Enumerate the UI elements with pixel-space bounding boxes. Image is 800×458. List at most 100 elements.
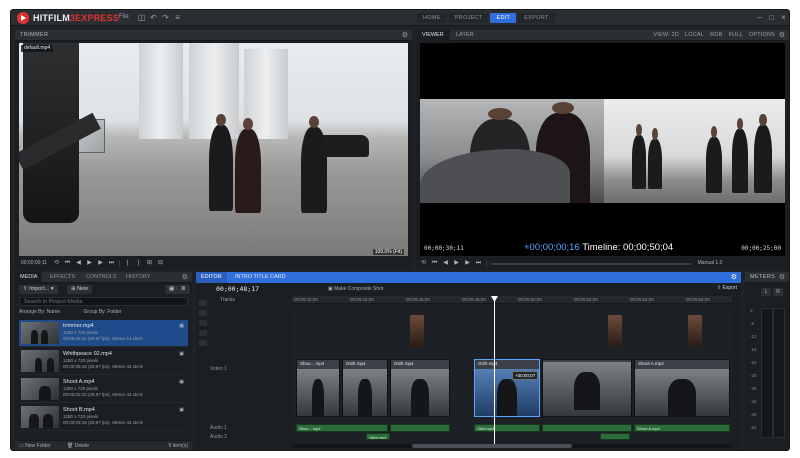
group-dropdown[interactable]: Group By: Folder — [84, 309, 122, 315]
loop-icon[interactable]: ⟲ — [420, 260, 427, 267]
ripple-tool-icon[interactable] — [199, 330, 207, 336]
step-back-icon[interactable]: ◀ — [75, 260, 82, 267]
local-dropdown[interactable]: LOCAL — [685, 32, 704, 38]
gear-icon[interactable]: ⚙ — [731, 273, 737, 281]
new-folder-button[interactable]: ▭ New Folder — [19, 443, 51, 449]
media-item[interactable]: Whithpeace 02.mp4 1280 x 720 pixels 00;0… — [19, 348, 188, 375]
minimize-icon[interactable]: – — [755, 13, 764, 22]
undo-icon[interactable]: ↶ — [149, 13, 158, 22]
tab-viewer[interactable]: VIEWER — [416, 30, 450, 41]
snap-tool-icon[interactable] — [199, 340, 207, 346]
to-end-icon[interactable]: ⏭ — [475, 260, 482, 267]
loop-icon[interactable]: ⟲ — [53, 260, 60, 267]
gear-icon[interactable]: ⚙ — [779, 273, 785, 281]
timeline-clip[interactable] — [542, 359, 632, 417]
import-button[interactable]: ⇪ Import... ▾ — [19, 285, 58, 294]
make-composite-shot-button[interactable]: ▣ Make Composite Shot — [328, 286, 383, 292]
audio-track-2-lane[interactable]: Gtirlt.mp4 — [292, 433, 732, 440]
viewer-scrub-bar[interactable] — [491, 262, 691, 265]
step-forward-icon[interactable]: ▶ — [464, 260, 471, 267]
maximize-icon[interactable]: □ — [767, 13, 776, 22]
tab-intro-title-card[interactable]: INTRO TITLE CARD — [230, 272, 291, 283]
upper-clip[interactable] — [688, 315, 702, 347]
audio-clip[interactable] — [600, 433, 630, 440]
close-icon[interactable]: × — [779, 13, 788, 22]
audio-track-1-lane[interactable]: Shoo... mp4 Gtirlt.mp4 Shoot A.mp4 — [292, 424, 732, 432]
arrange-dropdown[interactable]: Arrange By: Name — [19, 309, 60, 315]
audio-track-1-header[interactable]: Audio 1 — [210, 425, 290, 431]
rgb-dropdown[interactable]: RGB — [710, 32, 723, 38]
trimmer-zoom[interactable]: 100.0% (Fit) — [372, 249, 404, 255]
to-end-icon[interactable]: ⏭ — [108, 260, 115, 267]
play-icon[interactable]: ▶ — [453, 260, 460, 267]
tab-effects[interactable]: EFFECTS — [45, 272, 80, 283]
redo-icon[interactable]: ↷ — [161, 13, 170, 22]
export-button[interactable]: ⇧ Export — [717, 285, 737, 291]
tab-project[interactable]: PROJECT — [448, 13, 489, 23]
save-icon[interactable]: ◫ — [137, 13, 146, 22]
playhead[interactable] — [494, 296, 495, 444]
tab-media[interactable]: MEDIA — [15, 272, 43, 283]
menu-icon[interactable]: ≡ — [173, 13, 182, 22]
upper-clip[interactable] — [410, 315, 424, 347]
options-dropdown[interactable]: OPTIONS — [749, 32, 775, 38]
gear-icon[interactable]: ⚙ — [779, 31, 785, 39]
file-menu[interactable]: File — [119, 14, 129, 20]
tab-history[interactable]: HISTORY — [121, 272, 155, 283]
tab-editor[interactable]: EDITOR — [196, 272, 227, 283]
meter-left-button[interactable]: L — [761, 288, 771, 296]
timeline-clip[interactable]: Shoot A.mp4 — [634, 359, 730, 417]
delete-button[interactable]: 🗑 Delete — [67, 443, 89, 449]
editor-scrollbar[interactable] — [292, 444, 732, 448]
trimmer-video[interactable]: default.mp4 100.0% (Fit) — [19, 43, 408, 256]
video-track-header[interactable]: Video 1 — [210, 366, 290, 372]
upper-clip[interactable] — [608, 315, 622, 347]
step-forward-icon[interactable]: ▶ — [97, 260, 104, 267]
play-icon[interactable]: ▶ — [86, 260, 93, 267]
slip-tool-icon[interactable] — [199, 320, 207, 326]
tab-export[interactable]: EXPORT — [518, 13, 555, 23]
audio-clip[interactable]: Gtirlt.mp4 — [474, 424, 540, 432]
tab-home[interactable]: HOME — [417, 13, 447, 23]
tab-layer[interactable]: LAYER — [450, 30, 480, 41]
audio-clip[interactable]: Shoo... mp4 — [296, 424, 388, 432]
new-button[interactable]: ⊕ New — [67, 285, 93, 294]
media-search-input[interactable]: Search in Project Media — [19, 297, 188, 306]
editor-timecode[interactable]: 00;00;48;17 — [216, 285, 259, 293]
timeline-clip[interactable]: Shoo... mp4 — [296, 359, 340, 417]
to-start-icon[interactable]: ⏮ — [64, 260, 71, 267]
audio-clip[interactable]: Shoot A.mp4 — [634, 424, 730, 432]
timeline-clip-selected[interactable]: Gtirlt.mp4 — [474, 359, 540, 417]
meter-right-button[interactable]: R — [773, 288, 783, 296]
in-point-icon[interactable]: { — [124, 260, 131, 267]
slice-tool-icon[interactable] — [199, 310, 207, 316]
audio-clip[interactable] — [542, 424, 632, 432]
list-view-icon[interactable]: ≣ — [177, 285, 190, 294]
video-track-lane[interactable]: Shoo... mp4 Gtirlt.mp4 Gtirlt.mp4 Gtirlt… — [292, 305, 732, 423]
tab-controls[interactable]: CONTROLS — [81, 272, 122, 283]
media-item[interactable]: Shoot B.mp4 1280 x 720 pixels 00;00;03;1… — [19, 404, 188, 431]
gear-icon[interactable]: ⚙ — [402, 31, 408, 39]
media-item[interactable]: Shoot A.mp4 1280 x 720 pixels 00;00;02;1… — [19, 376, 188, 403]
overlay-icon[interactable]: ⊟ — [157, 260, 164, 267]
audio-track-2-header[interactable]: Audio 2 — [210, 434, 290, 440]
insert-icon[interactable]: ⊞ — [146, 260, 153, 267]
media-item[interactable]: trimmer.mp4 1280 x 720 pixels 00;00;06;1… — [19, 320, 188, 347]
step-back-icon[interactable]: ◀ — [442, 260, 449, 267]
tab-edit[interactable]: EDIT — [490, 13, 517, 23]
out-point-icon[interactable]: } — [135, 260, 142, 267]
audio-clip[interactable] — [390, 424, 450, 432]
quality-dropdown[interactable]: FULL — [729, 32, 743, 38]
media-thumbnail — [21, 378, 59, 400]
timeline-clip[interactable]: Gtirlt.mp4 — [342, 359, 388, 417]
view-mode-dropdown[interactable]: VIEW: 2D — [653, 32, 679, 38]
viewer-zoom[interactable]: Manual 1.0 — [695, 260, 725, 267]
select-tool-icon[interactable] — [199, 300, 207, 306]
audio-clip[interactable]: Gtirlt.mp4 — [366, 433, 390, 440]
viewer-screen[interactable]: 00;00;30;11 +00;00;00;16 Timeline: 00;00… — [420, 43, 785, 256]
timeline-clip[interactable]: Gtirlt.mp4 — [390, 359, 450, 417]
gear-icon[interactable]: ⚙ — [182, 273, 188, 281]
timeline-ruler[interactable]: 00;00;42;00 00;00;44;00 00;00;46;00 00;0… — [292, 296, 732, 304]
to-start-icon[interactable]: ⏮ — [431, 260, 438, 267]
scrollbar-thumb[interactable] — [412, 444, 572, 448]
